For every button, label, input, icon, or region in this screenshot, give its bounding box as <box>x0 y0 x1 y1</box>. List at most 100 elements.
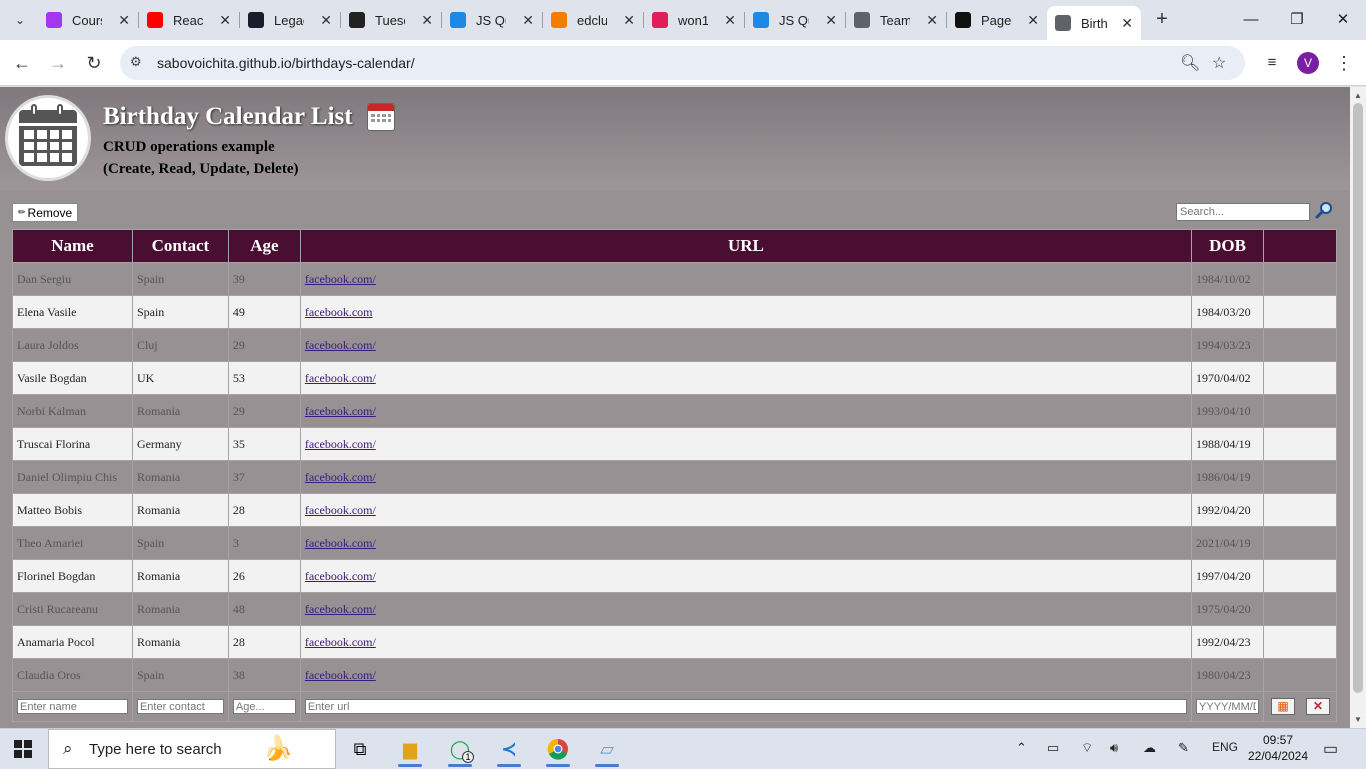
browser-tab[interactable]: Birth ✕ <box>1047 6 1141 40</box>
cell-age[interactable]: 29 <box>227 328 301 362</box>
cell-contact[interactable]: Spain <box>131 526 229 560</box>
cell-age[interactable]: 48 <box>227 592 301 626</box>
cell-age[interactable]: 35 <box>227 427 301 461</box>
cell-dob[interactable]: 1984/10/02 <box>1191 262 1264 296</box>
url-link[interactable]: facebook.com/ <box>305 404 376 418</box>
cell-dob[interactable]: 1986/04/19 <box>1191 460 1264 494</box>
url-link[interactable]: facebook.com/ <box>305 371 376 385</box>
cell-contact[interactable]: Romania <box>131 493 229 527</box>
table-row[interactable]: Vasile Bogdan UK 53 facebook.com/1970/04/02 <box>12 361 1337 395</box>
taskbar-search-box[interactable]: ⌕ Type here to search 🍌 <box>48 729 336 769</box>
table-row[interactable]: Daniel Olimpiu Chis Romania 37 facebook.com… <box>12 460 1337 494</box>
tab-close-icon[interactable]: ✕ <box>623 12 635 29</box>
cell-name[interactable]: Norbi Kalman <box>12 394 133 428</box>
tab-close-icon[interactable]: ✕ <box>1027 12 1039 29</box>
age-input[interactable] <box>232 699 296 715</box>
minimize-button[interactable]: — <box>1228 8 1274 32</box>
url-link[interactable]: facebook.com/ <box>305 668 376 682</box>
remove-button[interactable]: ✏ Remove <box>12 203 79 222</box>
cell-dob[interactable]: 1980/04/23 <box>1191 658 1264 692</box>
browser-tab[interactable]: JS Qu ✕ <box>745 6 845 34</box>
cell-age[interactable]: 49 <box>227 295 301 329</box>
cell-contact[interactable]: Romania <box>131 592 229 626</box>
cell-dob[interactable]: 1997/04/20 <box>1191 559 1264 593</box>
cell-name[interactable]: Anamaria Pocol <box>12 625 133 659</box>
search-input[interactable] <box>1176 203 1310 221</box>
browser-tab[interactable]: won1 ✕ <box>644 6 744 34</box>
url-input[interactable] <box>304 699 1188 715</box>
cell-contact[interactable]: Romania <box>131 559 229 593</box>
url-link[interactable]: facebook.com/ <box>305 338 376 352</box>
forward-arrow-icon[interactable]: → <box>45 50 71 76</box>
taskbar-clock[interactable]: 09:57 22/04/2024 <box>1246 732 1310 764</box>
search-magnifier-icon[interactable] <box>1315 201 1333 219</box>
cell-contact[interactable]: Spain <box>131 262 229 296</box>
cell-age[interactable]: 37 <box>227 460 301 494</box>
browser-tab[interactable]: JS Qu ✕ <box>442 6 542 34</box>
browser-tab[interactable]: Team ✕ <box>846 6 946 34</box>
cell-contact[interactable]: Germany <box>131 427 229 461</box>
search-highlight-bananas-icon[interactable]: 🍌 <box>263 734 293 763</box>
table-row[interactable]: Matteo Bobis Romania 28 facebook.com/1992/0… <box>12 493 1337 527</box>
cell-name[interactable]: Theo Amariei <box>12 526 133 560</box>
url-link[interactable]: facebook.com/ <box>305 569 376 583</box>
table-row[interactable]: Dan Sergiu Spain 39 facebook.com/1984/10/02 <box>12 262 1337 296</box>
notifications-icon[interactable]: ▭ <box>1323 739 1338 759</box>
chrome-icon[interactable] <box>538 733 578 767</box>
table-row[interactable]: Truscai Florina Germany 35 facebook.com/198… <box>12 427 1337 461</box>
url-link[interactable]: facebook.com/ <box>305 635 376 649</box>
url-link[interactable]: facebook.com <box>305 305 373 319</box>
table-row[interactable]: Laura Joldos Cluj 29 facebook.com/1994/03/2… <box>12 328 1337 362</box>
table-row[interactable]: Claudia Oros Spain 38 facebook.com/1980/04/… <box>12 658 1337 692</box>
cell-age[interactable]: 28 <box>227 493 301 527</box>
url-link[interactable]: facebook.com/ <box>305 272 376 286</box>
tab-close-icon[interactable]: ✕ <box>724 12 736 29</box>
zoom-icon[interactable]: 🔍︎ <box>1180 53 1200 73</box>
site-info-icon[interactable]: ⚙ <box>130 54 142 70</box>
notepad-icon[interactable]: ▱ <box>587 733 627 767</box>
cell-age[interactable]: 3 <box>227 526 301 560</box>
cell-dob[interactable]: 1988/04/19 <box>1191 427 1264 461</box>
table-row[interactable]: Anamaria Pocol Romania 28 facebook.com/1992… <box>12 625 1337 659</box>
cell-dob[interactable]: 2021/04/19 <box>1191 526 1264 560</box>
table-row[interactable]: Elena Vasile Spain 49 facebook.com 1984/03/2… <box>12 295 1337 329</box>
cell-name[interactable]: Vasile Bogdan <box>12 361 133 395</box>
cell-dob[interactable]: 1993/04/10 <box>1191 394 1264 428</box>
whatsapp-icon[interactable]: ◯ 1 <box>440 733 480 767</box>
url-link[interactable]: facebook.com/ <box>305 503 376 517</box>
wifi-icon[interactable]: ⌔ <box>1081 740 1093 756</box>
cell-dob[interactable]: 1984/03/20 <box>1191 295 1264 329</box>
table-row[interactable]: Cristi Rucareanu Romania 48 facebook.com/19… <box>12 592 1337 626</box>
cell-name[interactable]: Florinel Bogdan <box>12 559 133 593</box>
cell-contact[interactable]: Romania <box>131 460 229 494</box>
tab-close-icon[interactable]: ✕ <box>219 12 231 29</box>
file-explorer-icon[interactable]: ▆ <box>390 733 430 767</box>
cell-contact[interactable]: Romania <box>131 625 229 659</box>
table-row[interactable]: Theo Amariei Spain 3 facebook.com/2021/04/1… <box>12 526 1337 560</box>
tab-close-icon[interactable]: ✕ <box>522 12 534 29</box>
cell-age[interactable]: 28 <box>227 625 301 659</box>
cloud-sync-icon[interactable]: ☁ <box>1143 740 1156 756</box>
browser-tab[interactable]: Tuesc ✕ <box>341 6 441 34</box>
cell-name[interactable]: Elena Vasile <box>12 295 133 329</box>
volume-icon[interactable]: 🔊︎ <box>1110 740 1118 756</box>
menu-kebab-icon[interactable]: ⋮ <box>1331 50 1357 76</box>
browser-tab[interactable]: Legac ✕ <box>240 6 340 34</box>
scroll-up-arrow-icon[interactable]: ▲ <box>1354 91 1362 100</box>
restore-button[interactable]: ❐ <box>1274 8 1320 32</box>
tray-chevron-icon[interactable]: ⌃ <box>1016 740 1027 756</box>
pen-icon[interactable]: ✎ <box>1178 740 1189 756</box>
vscode-icon[interactable]: ≺ <box>489 733 529 767</box>
close-window-button[interactable]: ✕ <box>1320 8 1366 32</box>
contact-input[interactable] <box>136 699 224 715</box>
table-row[interactable]: Norbi Kalman Romania 29 facebook.com/1993/0… <box>12 394 1337 428</box>
cell-contact[interactable]: Cluj <box>131 328 229 362</box>
cell-dob[interactable]: 1970/04/02 <box>1191 361 1264 395</box>
cell-name[interactable]: Cristi Rucareanu <box>12 592 133 626</box>
browser-tab[interactable]: Cours ✕ <box>38 6 138 34</box>
address-url[interactable]: sabovoichita.github.io/birthdays-calenda… <box>157 55 415 71</box>
cell-contact[interactable]: Spain <box>131 658 229 692</box>
tab-close-icon[interactable]: ✕ <box>118 12 130 29</box>
page-scrollbar[interactable]: ▲ ▼ <box>1350 87 1366 728</box>
bookmark-star-icon[interactable]: ☆ <box>1212 53 1226 73</box>
